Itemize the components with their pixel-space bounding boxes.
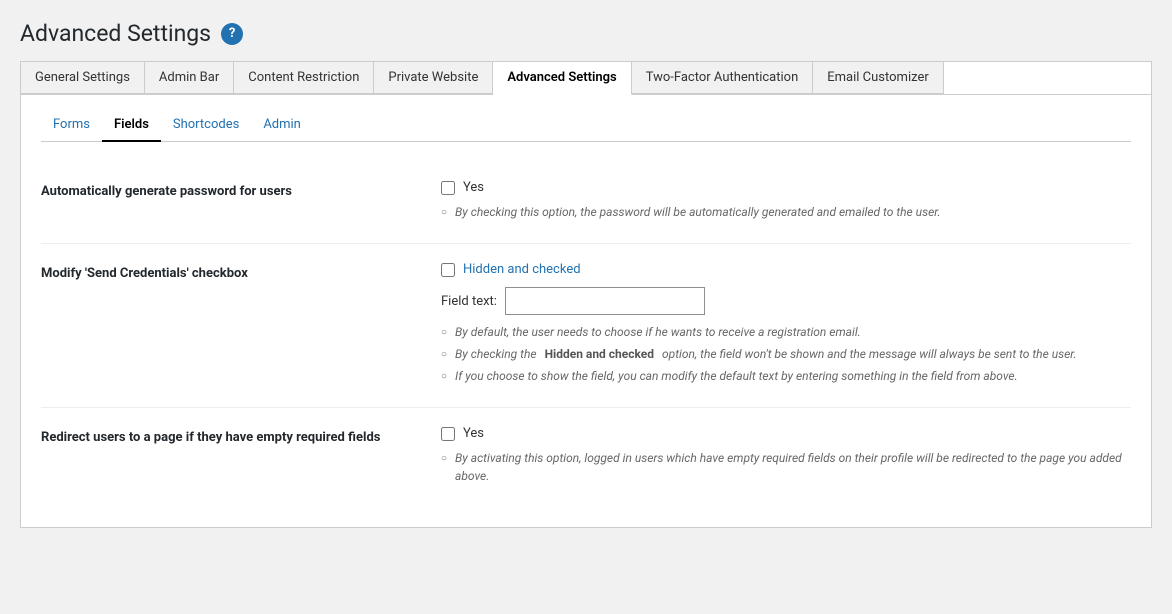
section-control-redirect-empty: Yes By activating this option, logged in … <box>441 426 1131 489</box>
hint-item-auto-password-0: By checking this option, the password wi… <box>441 203 1131 221</box>
hint-item-send-credentials-1: By checking the Hidden and checked optio… <box>441 345 1131 363</box>
tab-two-factor-auth[interactable]: Two-Factor Authentication <box>632 62 814 94</box>
hint-list-send-credentials: By default, the user needs to choose if … <box>441 323 1131 385</box>
hint-item-redirect-empty-0: By activating this option, logged in use… <box>441 449 1131 485</box>
checkbox-row-redirect-empty: Yes <box>441 426 1131 441</box>
checkbox-label-auto-password: Yes <box>463 180 484 195</box>
hint-item-send-credentials-0: By default, the user needs to choose if … <box>441 323 1131 341</box>
sub-tab-forms[interactable]: Forms <box>41 111 102 142</box>
section-control-auto-password: Yes By checking this option, the password… <box>441 180 1131 225</box>
tab-general-settings[interactable]: General Settings <box>21 62 145 94</box>
section-auto-password: Automatically generate password for user… <box>41 162 1131 244</box>
tab-advanced-settings[interactable]: Advanced Settings <box>493 62 631 95</box>
page-wrap: Advanced Settings ? General SettingsAdmi… <box>0 0 1172 614</box>
section-redirect-empty: Redirect users to a page if they have em… <box>41 408 1131 507</box>
section-label-redirect-empty: Redirect users to a page if they have em… <box>41 426 421 489</box>
sub-tab-shortcodes[interactable]: Shortcodes <box>161 111 251 142</box>
page-title-row: Advanced Settings ? <box>20 10 1152 61</box>
hint-list-auto-password: By checking this option, the password wi… <box>441 203 1131 221</box>
sub-tab-fields[interactable]: Fields <box>102 111 161 142</box>
field-text-row-send-credentials: Field text: <box>441 287 1131 315</box>
sub-tabs: FormsFieldsShortcodesAdmin <box>41 111 1131 142</box>
checkbox-send-credentials[interactable] <box>441 263 455 277</box>
section-label-auto-password: Automatically generate password for user… <box>41 180 421 225</box>
hint-item-send-credentials-2: If you choose to show the field, you can… <box>441 367 1131 385</box>
section-send-credentials: Modify 'Send Credentials' checkboxHidden… <box>41 244 1131 408</box>
tab-email-customizer[interactable]: Email Customizer <box>813 62 944 94</box>
checkbox-label-redirect-empty: Yes <box>463 426 484 441</box>
sub-tab-admin[interactable]: Admin <box>251 111 313 142</box>
checkbox-auto-password[interactable] <box>441 181 455 195</box>
section-control-send-credentials: Hidden and checked Field text: By default,… <box>441 262 1131 389</box>
hint-list-redirect-empty: By activating this option, logged in use… <box>441 449 1131 485</box>
tab-private-website[interactable]: Private Website <box>374 62 493 94</box>
help-icon[interactable]: ? <box>221 23 243 45</box>
section-label-send-credentials: Modify 'Send Credentials' checkbox <box>41 262 421 389</box>
settings-sections: Automatically generate password for user… <box>41 162 1131 507</box>
checkbox-row-auto-password: Yes <box>441 180 1131 195</box>
checkbox-redirect-empty[interactable] <box>441 427 455 441</box>
checkbox-row-send-credentials: Hidden and checked <box>441 262 1131 277</box>
tab-content-restriction[interactable]: Content Restriction <box>234 62 374 94</box>
checkbox-label-send-credentials: Hidden and checked <box>463 262 581 277</box>
field-text-label-send-credentials: Field text: <box>441 294 497 309</box>
tab-admin-bar[interactable]: Admin Bar <box>145 62 234 94</box>
page-title: Advanced Settings <box>20 20 211 47</box>
main-tabs-nav: General SettingsAdmin BarContent Restric… <box>20 61 1152 94</box>
content-area: FormsFieldsShortcodesAdmin Automatically… <box>20 94 1152 528</box>
field-text-input-send-credentials[interactable] <box>505 287 705 315</box>
